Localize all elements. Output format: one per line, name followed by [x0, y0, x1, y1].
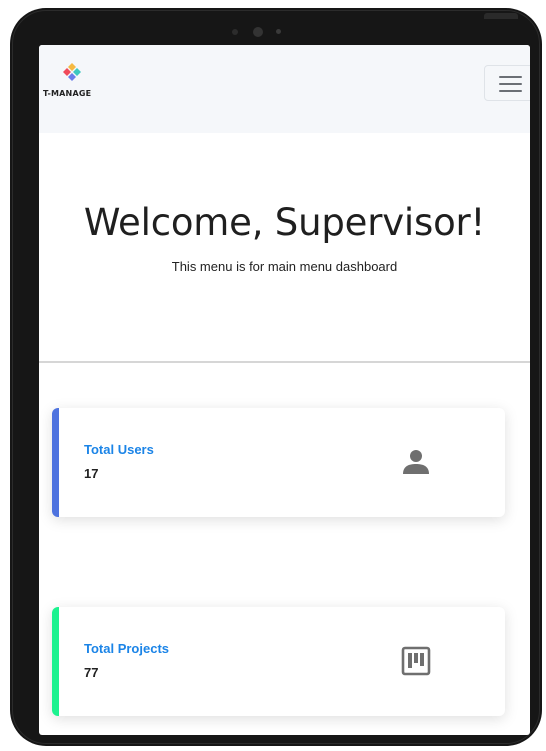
top-navbar: T-MANAGE: [39, 45, 530, 133]
light-sensor-dot: [276, 29, 281, 34]
total-projects-card[interactable]: Total Projects 77: [52, 607, 505, 716]
section-divider: [39, 361, 530, 363]
brand-name: T-MANAGE: [43, 89, 92, 98]
page-subtitle: This menu is for main menu dashboard: [171, 259, 398, 274]
user-icon: [403, 450, 429, 474]
sensor-dot: [232, 29, 238, 35]
total-projects-value: 77: [84, 665, 99, 680]
app-screen: T-MANAGE Welcome, Supervisor! This menu …: [39, 45, 530, 735]
tablet-power-button: [484, 13, 518, 19]
total-users-value: 17: [84, 466, 99, 481]
brand-logo-link[interactable]: T-MANAGE: [41, 63, 111, 103]
kanban-icon: [401, 646, 431, 676]
card-accent-bar: [52, 607, 59, 716]
total-users-card[interactable]: Total Users 17: [52, 408, 505, 517]
welcome-section: Welcome, Supervisor! This menu is for ma…: [39, 133, 530, 362]
t-manage-logo-icon: [63, 63, 81, 81]
total-projects-label: Total Projects: [84, 641, 170, 656]
navbar-toggle-button[interactable]: [484, 65, 530, 101]
tablet-frame: T-MANAGE Welcome, Supervisor! This menu …: [10, 8, 542, 746]
card-accent-bar: [52, 408, 59, 517]
camera-bar: [10, 26, 542, 38]
page-title: Welcome, Supervisor!: [83, 201, 486, 244]
camera-lens: [253, 27, 263, 37]
total-users-label: Total Users: [84, 442, 154, 457]
